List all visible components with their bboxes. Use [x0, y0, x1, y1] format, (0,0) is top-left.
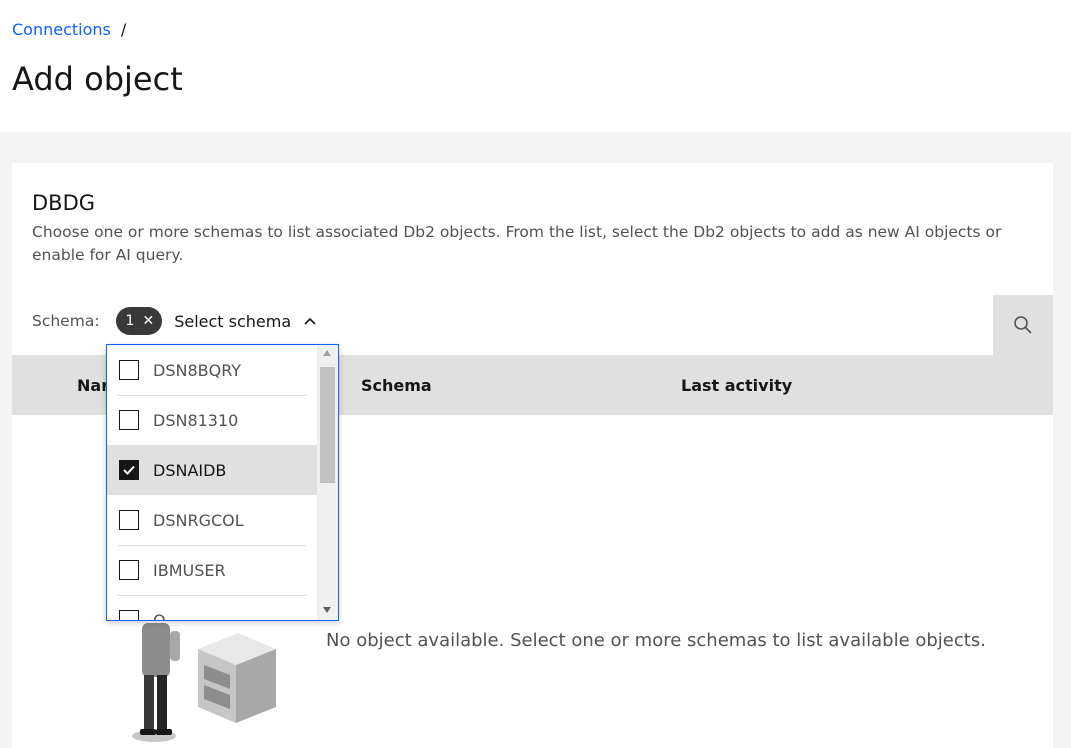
- schema-option[interactable]: DSN8BQRY: [107, 345, 317, 395]
- scroll-down-arrow-icon[interactable]: [323, 607, 331, 613]
- schema-select-trigger[interactable]: Select schema: [174, 312, 291, 331]
- checkmark-icon: [123, 465, 135, 475]
- selected-count: 1: [125, 313, 135, 329]
- empty-state-illustration: [132, 623, 276, 742]
- schema-option[interactable]: DSN81310: [107, 395, 317, 445]
- card-description: Choose one or more schemas to list assoc…: [32, 223, 1002, 264]
- schema-label: Schema:: [32, 312, 100, 330]
- breadcrumb: Connections /: [12, 20, 126, 39]
- schema-option[interactable]: IBMUSER: [107, 545, 317, 595]
- checkbox-unchecked[interactable]: [119, 360, 139, 380]
- schema-option[interactable]: Q: [107, 595, 317, 621]
- schema-option-label: DSN8BQRY: [153, 360, 242, 380]
- breadcrumb-separator: /: [120, 20, 127, 39]
- column-header-last-activity[interactable]: Last activity: [681, 376, 792, 395]
- chevron-up-icon[interactable]: [303, 314, 317, 328]
- checkbox-checked[interactable]: [119, 460, 139, 480]
- scrollbar-thumb[interactable]: [320, 367, 335, 483]
- card-title: DBDG: [32, 191, 96, 215]
- empty-state-message: No object available. Select one or more …: [326, 630, 986, 651]
- page-header: Connections / Add object: [0, 0, 1071, 132]
- checkbox-unchecked[interactable]: [119, 510, 139, 530]
- checkbox-unchecked[interactable]: [119, 410, 139, 430]
- schema-option[interactable]: DSNRGCOL: [107, 495, 317, 545]
- clear-selection-icon[interactable]: ✕: [142, 314, 154, 328]
- schema-option-label: IBMUSER: [153, 560, 226, 580]
- checkbox-unchecked[interactable]: [119, 610, 139, 620]
- schema-option-label: DSNRGCOL: [153, 510, 244, 530]
- search-icon: [1014, 316, 1032, 334]
- column-header-name[interactable]: Nar: [77, 376, 109, 395]
- schema-filter: Schema: 1 ✕ Select schema: [32, 306, 317, 336]
- dropdown-scrollbar[interactable]: [317, 345, 338, 620]
- scroll-up-arrow-icon[interactable]: [323, 350, 331, 356]
- column-header-schema[interactable]: Schema: [361, 376, 432, 395]
- schema-option-selected[interactable]: DSNAIDB: [107, 445, 317, 495]
- schema-option-label: DSN81310: [153, 410, 239, 430]
- selected-count-tag[interactable]: 1 ✕: [115, 307, 163, 335]
- search-button[interactable]: [993, 295, 1053, 355]
- schema-option-label: DSNAIDB: [153, 460, 227, 480]
- schema-option-label: Q: [153, 610, 166, 621]
- schema-dropdown-menu: DSN8BQRY DSN81310 DSNAIDB DSNRGCOL IBMUS…: [106, 344, 339, 621]
- breadcrumb-link-connections[interactable]: Connections: [12, 20, 111, 39]
- page-title: Add object: [12, 60, 183, 98]
- checkbox-unchecked[interactable]: [119, 560, 139, 580]
